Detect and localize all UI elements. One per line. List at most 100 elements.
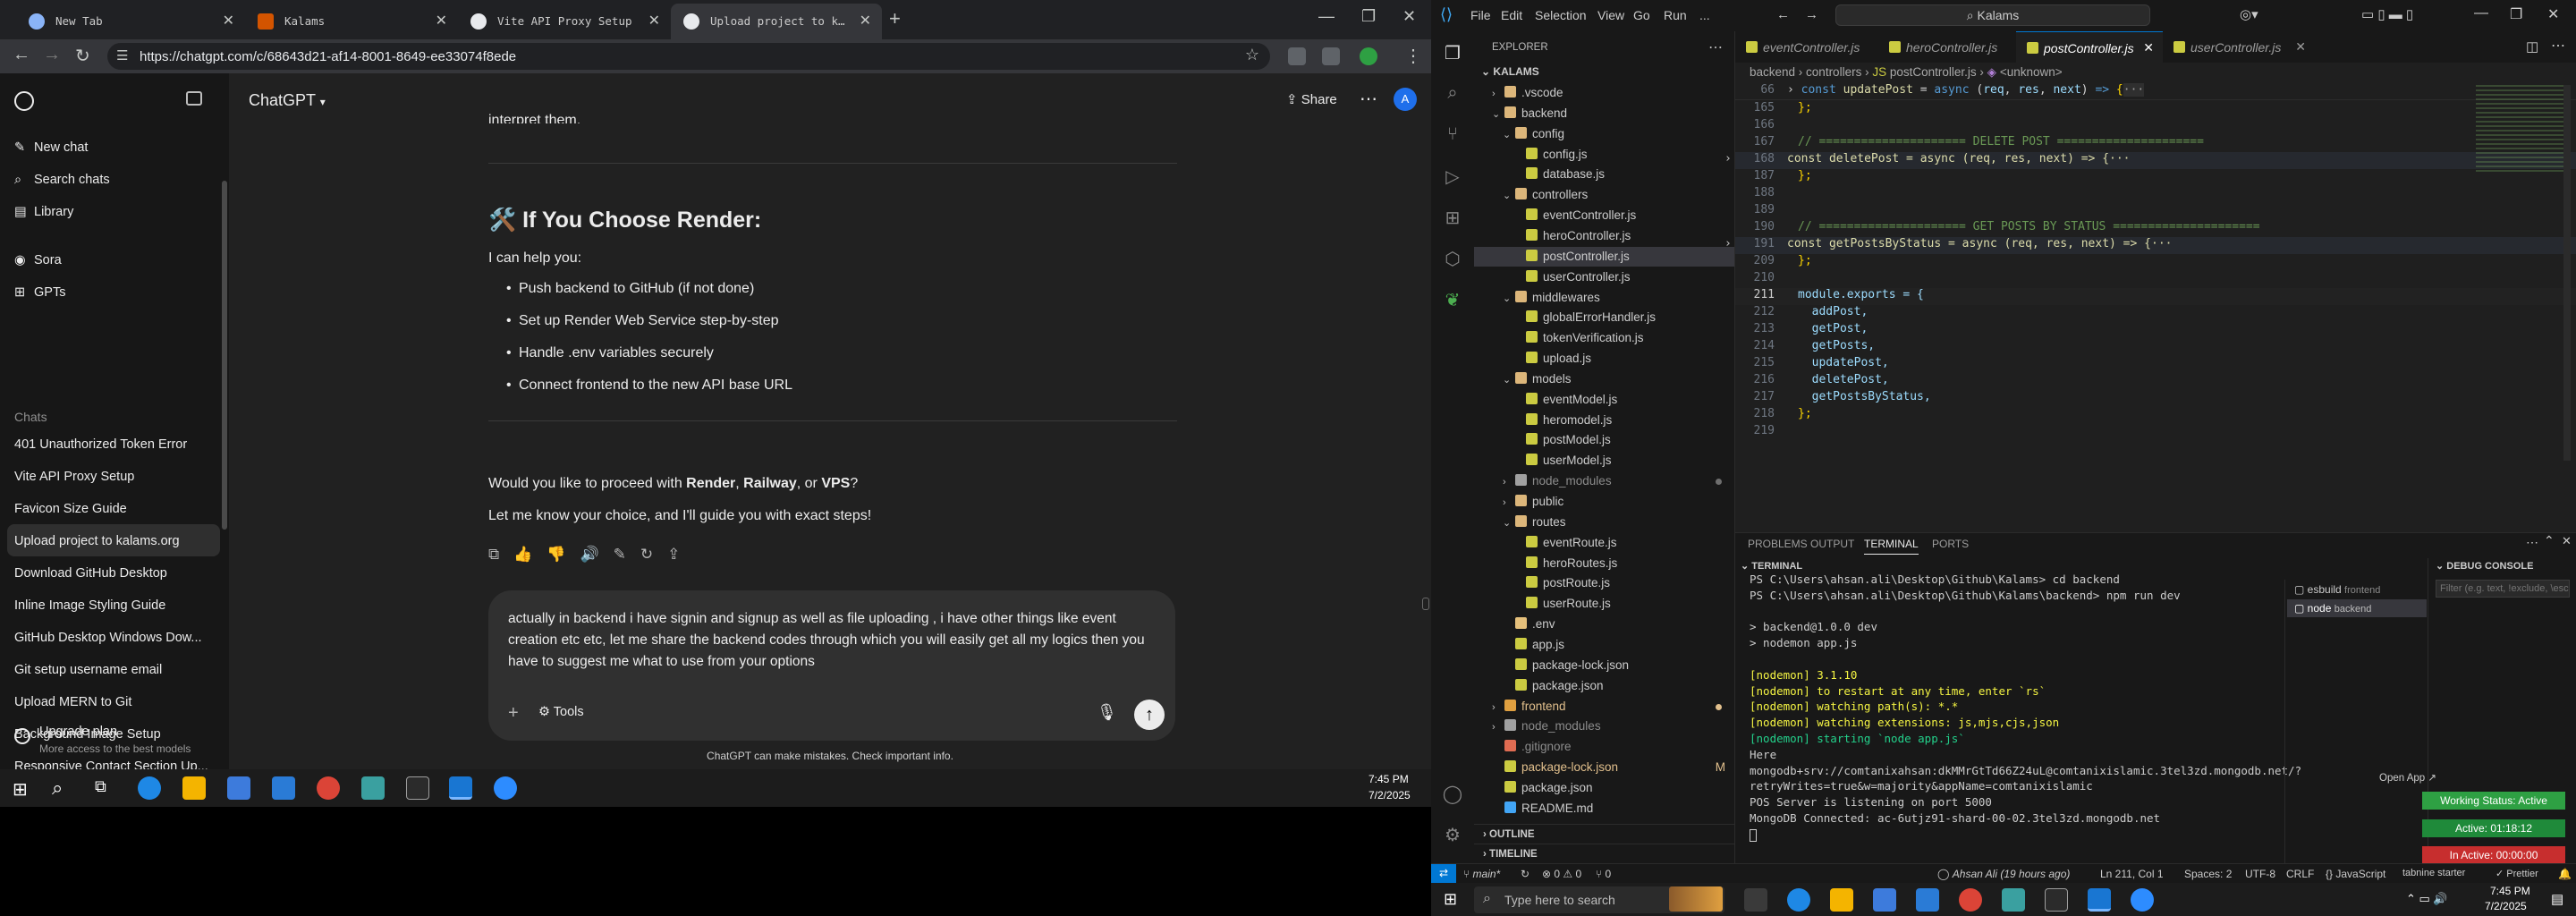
close-icon[interactable]: ✕ — [436, 12, 447, 30]
search-icon[interactable]: ⌕ — [52, 776, 63, 800]
chat-history-item-active[interactable]: Upload project to kalams.org — [7, 524, 220, 556]
share-button[interactable]: ⇪ Share — [1286, 91, 1337, 107]
remote-explorer-icon[interactable]: ⬡ — [1442, 248, 1463, 269]
debug-filter-input[interactable] — [2436, 580, 2570, 598]
avatar[interactable]: A — [1394, 88, 1417, 111]
remote-indicator-icon[interactable]: ⇄ — [1431, 864, 1456, 883]
tab-vite-api[interactable]: Vite API Proxy Setup ✕ — [458, 4, 671, 39]
nav-sora[interactable]: ◉ Sora — [14, 243, 216, 276]
tree-folder[interactable]: ⌄ backend — [1474, 104, 1734, 123]
tree-file[interactable]: userModel.js — [1474, 451, 1734, 471]
encoding[interactable]: UTF-8 — [2245, 868, 2275, 880]
tree-folder[interactable]: ⌄ config — [1474, 124, 1734, 144]
share-icon[interactable]: ⇪ — [667, 546, 694, 563]
microphone-icon[interactable]: 🎙 — [1097, 703, 1117, 722]
crumb[interactable]: postController.js — [1890, 65, 1977, 79]
minimize-icon[interactable]: — — [2474, 5, 2488, 21]
task-view-icon[interactable]: ⧉ — [95, 777, 106, 796]
tree-file[interactable]: heroRoutes.js — [1474, 554, 1734, 573]
panel-tab-terminal[interactable]: TERMINAL — [1864, 538, 1919, 555]
working-status-badge[interactable]: Working Status: Active — [2422, 792, 2565, 810]
tree-folder[interactable]: ⌄ models — [1474, 369, 1734, 389]
tree-file[interactable]: config.js — [1474, 145, 1734, 165]
model-selector[interactable]: ChatGPT ▾ — [249, 91, 326, 110]
url-text[interactable]: https://chatgpt.com/c/68643d21-af14-8001… — [140, 49, 516, 64]
extensions-puzzle-icon[interactable] — [1322, 47, 1340, 65]
menu-file[interactable]: File — [1470, 8, 1491, 22]
tree-folder[interactable]: › public — [1474, 492, 1734, 512]
code-line[interactable]: 188 — [1735, 186, 2576, 203]
code-line[interactable]: 167 // ===================== DELETE POST … — [1735, 135, 2576, 152]
tools-button[interactable]: ⚙ Tools — [538, 705, 584, 719]
nav-new-chat[interactable]: ✎ New chat — [14, 131, 216, 163]
indentation[interactable]: Spaces: 2 — [2184, 868, 2232, 880]
chat-history-item[interactable]: Vite API Proxy Setup — [14, 460, 216, 492]
tree-folder[interactable]: › node_modules — [1474, 717, 1734, 736]
menu-go[interactable]: Go — [1633, 8, 1650, 22]
search-icon[interactable]: ⌕ — [1442, 83, 1463, 105]
chat-history-item[interactable]: 401 Unauthorized Token Error — [14, 428, 216, 460]
explorer-more-icon[interactable]: ⋯ — [1708, 38, 1723, 56]
menu-edit[interactable]: Edit — [1501, 8, 1522, 22]
maximize-icon[interactable]: ❐ — [1361, 7, 1376, 26]
inactive-time-badge[interactable]: In Active: 00:00:00 — [2422, 846, 2565, 864]
windows-start-icon[interactable]: ⊞ — [13, 778, 28, 801]
chat-history-item[interactable]: Inline Image Styling Guide — [14, 589, 216, 621]
code-line[interactable]: 217 getPostsByStatus, — [1735, 390, 2576, 407]
mongodb-icon[interactable]: ❦ — [1442, 289, 1463, 310]
code-line[interactable]: 168 › const deletePost = async (req, res, … — [1724, 152, 2576, 169]
omnibox[interactable]: ☰ https://chatgpt.com/c/68643d21-af14-80… — [107, 43, 1270, 70]
code-line[interactable]: 214 getPosts, — [1735, 339, 2576, 356]
notification-center-icon[interactable]: ▤ — [2551, 891, 2563, 907]
terminal-instance[interactable]: ▢ esbuild frontend — [2294, 583, 2380, 596]
terminal-icon[interactable] — [406, 776, 429, 800]
prompt-composer[interactable]: actually in backend i have signin and si… — [488, 590, 1175, 741]
tree-file[interactable]: README.md — [1474, 799, 1734, 818]
upgrade-plan-button[interactable]: Upgrade plan More access to the best mod… — [11, 721, 222, 762]
crumb[interactable]: backend — [1750, 65, 1795, 79]
cursor-position[interactable]: Ln 211, Col 1 — [2100, 868, 2164, 880]
app-icon[interactable] — [2002, 888, 2025, 912]
back-icon[interactable]: ← — [13, 45, 30, 65]
tree-folder[interactable]: ⌄ routes — [1474, 513, 1734, 532]
tab-kalams[interactable]: Kalams ✕ — [245, 4, 458, 39]
send-button[interactable]: ↑ — [1134, 700, 1165, 730]
more-options-icon[interactable]: ⋯ — [1360, 88, 1377, 110]
open-app-button[interactable]: Open App ↗ — [2379, 771, 2436, 784]
workspace-root[interactable]: ⌄ KALAMS — [1481, 65, 1539, 78]
chat-history-item[interactable]: Favicon Size Guide — [14, 492, 216, 524]
chat-history-item[interactable]: Upload MERN to Git — [14, 685, 216, 717]
editor-tab[interactable]: eventController.js — [1735, 31, 1878, 63]
tree-folder[interactable]: › node_modules — [1474, 471, 1734, 491]
prompt-input[interactable]: actually in backend i have signin and si… — [508, 608, 1152, 673]
eol[interactable]: CRLF — [2286, 868, 2314, 880]
layout-icons[interactable]: ▭ ▯ ▬ ▯ — [2361, 6, 2413, 22]
panel-tab-ports[interactable]: PORTS — [1932, 538, 1969, 550]
panel-more-icon[interactable]: ⋯ — [2526, 535, 2538, 550]
nav-back-icon[interactable]: ← — [1776, 7, 1790, 22]
extensions-icon[interactable]: ⊞ — [1442, 207, 1463, 228]
nav-library[interactable]: ▤ Library — [14, 195, 216, 227]
editor-tab[interactable]: heroController.js — [1878, 31, 2016, 63]
minimize-icon[interactable]: — — [1318, 7, 1335, 26]
chrome-icon[interactable] — [317, 776, 340, 800]
chrome-menu-icon[interactable]: ⋮ — [1404, 45, 1422, 67]
file-explorer-icon[interactable] — [1830, 888, 1853, 912]
explorer-icon[interactable]: ❐ — [1442, 42, 1463, 64]
tab-new-tab[interactable]: New Tab ✕ — [16, 4, 245, 39]
tree-file[interactable]: database.js — [1474, 165, 1734, 184]
file-explorer-icon[interactable] — [182, 776, 206, 800]
split-editor-icon[interactable]: ◫ — [2526, 38, 2538, 55]
openai-logo-icon[interactable] — [14, 91, 34, 111]
menu-run[interactable]: Run — [1664, 8, 1687, 22]
tree-file[interactable]: package.json — [1474, 778, 1734, 798]
sticky-scroll-line[interactable]: 66 › const updatePost = async (req, res, … — [1735, 83, 2576, 100]
crumb[interactable]: <unknown> — [2000, 65, 2063, 79]
fold-chevron-icon[interactable]: › — [1724, 152, 1732, 165]
tree-file[interactable]: heromodel.js — [1474, 411, 1734, 430]
run-debug-icon[interactable]: ▷ — [1442, 165, 1463, 187]
regenerate-icon[interactable]: ↻ — [640, 546, 667, 563]
edit-icon[interactable]: ✎ — [614, 546, 640, 563]
source-control-icon[interactable]: ⑂ — [1442, 124, 1463, 146]
fold-chevron-icon[interactable]: › — [1724, 237, 1732, 250]
